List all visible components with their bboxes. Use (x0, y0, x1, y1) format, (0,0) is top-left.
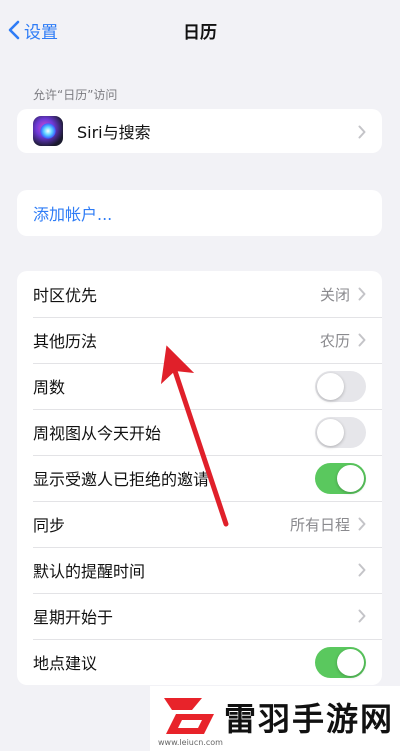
week-view-today-row: 周视图从今天开始 (17, 409, 382, 455)
alternate-calendar-label: 其他历法 (33, 332, 98, 351)
timezone-override-row[interactable]: 时区优先 关闭 (17, 271, 382, 317)
week-view-today-toggle[interactable] (315, 416, 366, 448)
week-numbers-toggle[interactable] (315, 370, 366, 402)
sync-label: 同步 (33, 516, 66, 535)
chevron-right-icon (358, 517, 366, 531)
week-numbers-row: 周数 (17, 363, 382, 409)
alternate-calendar-row[interactable]: 其他历法 农历 (17, 317, 382, 363)
show-declined-row: 显示受邀人已拒绝的邀请 (17, 455, 382, 501)
location-suggestions-toggle[interactable] (315, 646, 366, 678)
chevron-right-icon (358, 287, 366, 301)
watermark: 雷羽手游网 www.leiucn.com (150, 686, 400, 751)
siri-search-label: Siri与搜索 (77, 123, 151, 142)
sync-value: 所有日程 (289, 515, 350, 534)
toggle-knob (317, 372, 344, 400)
location-suggestions-label: 地点建议 (33, 654, 98, 673)
location-suggestions-row: 地点建议 (17, 639, 382, 685)
siri-search-row[interactable]: Siri与搜索 (17, 109, 382, 153)
default-alert-label: 默认的提醒时间 (33, 562, 146, 581)
show-declined-label: 显示受邀人已拒绝的邀请 (33, 470, 210, 489)
watermark-url: www.leiucn.com (158, 738, 223, 747)
watermark-brand: 雷羽手游网 (224, 700, 395, 738)
calendar-settings-card: 时区优先 关闭 其他历法 农历 周数 周视图从今天开始 显示受邀人已拒绝的邀请 … (17, 271, 382, 685)
page-title: 日历 (183, 23, 217, 43)
default-alert-row[interactable]: 默认的提醒时间 (17, 547, 382, 593)
toggle-knob (337, 464, 364, 492)
add-account-link[interactable]: 添加帐户... (33, 201, 112, 225)
week-numbers-label: 周数 (33, 378, 66, 397)
access-card: Siri与搜索 (17, 109, 382, 153)
sync-row[interactable]: 同步 所有日程 (17, 501, 382, 547)
navigation-bar: 设置 日历 (0, 0, 400, 60)
accounts-card: 添加帐户... (17, 190, 382, 236)
access-section-header: 允许“日历”访问 (33, 88, 118, 102)
toggle-knob (337, 648, 364, 676)
siri-icon (33, 116, 63, 146)
chevron-right-icon (358, 125, 366, 139)
chevron-right-icon (358, 609, 366, 623)
show-declined-toggle[interactable] (315, 462, 366, 494)
week-start-row[interactable]: 星期开始于 (17, 593, 382, 639)
week-start-label: 星期开始于 (33, 608, 114, 627)
timezone-override-label: 时区优先 (33, 286, 98, 305)
watermark-logo-icon (164, 698, 214, 734)
week-view-today-label: 周视图从今天开始 (33, 424, 162, 443)
chevron-right-icon (358, 333, 366, 347)
alternate-calendar-value: 农历 (319, 331, 350, 350)
chevron-right-icon (358, 563, 366, 577)
add-account-row[interactable]: 添加帐户... (17, 190, 382, 236)
toggle-knob (317, 418, 344, 446)
timezone-override-value: 关闭 (319, 285, 350, 304)
